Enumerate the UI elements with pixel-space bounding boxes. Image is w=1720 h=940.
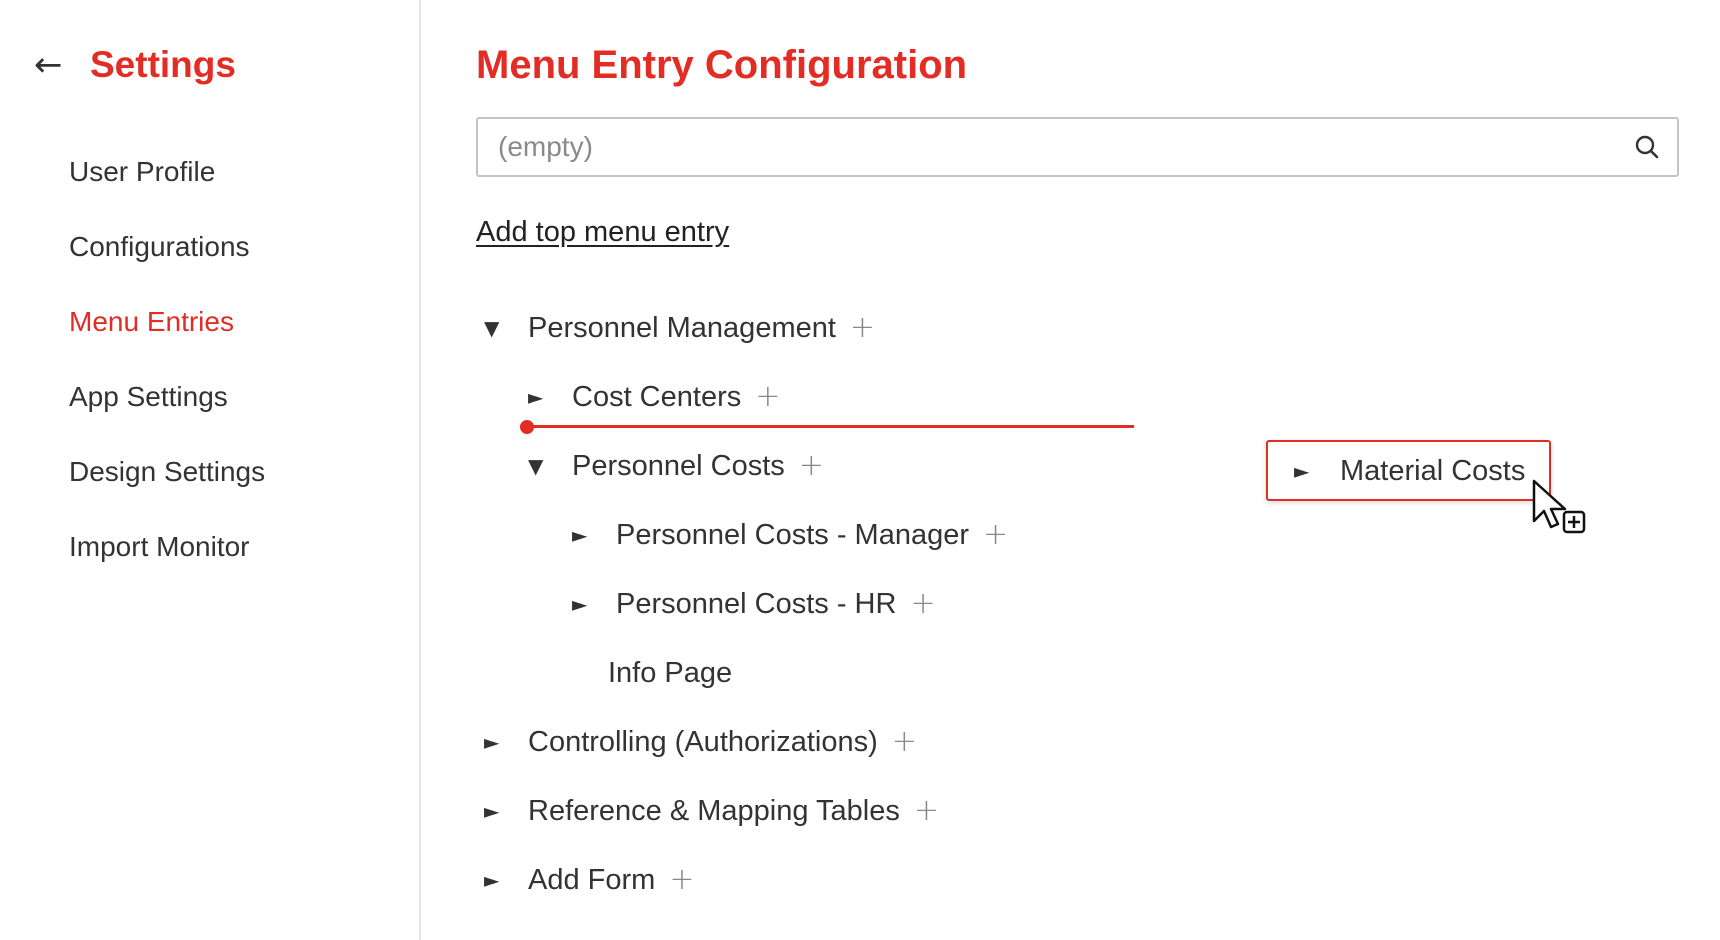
add-child-plus-icon[interactable]: + <box>983 513 1008 557</box>
tree-node-info-page: Info Page <box>608 651 732 695</box>
expand-caret-icon[interactable]: ► <box>484 868 528 892</box>
sidebar-item-import-monitor[interactable]: Import Monitor <box>69 527 265 602</box>
tree-node-label[interactable]: Personnel Costs - HR <box>616 582 896 626</box>
collapse-caret-icon[interactable]: ▼ <box>528 454 572 478</box>
tree-node-personnel-management: ▼ Personnel Management + <box>484 306 875 350</box>
sidebar-item-app-settings[interactable]: App Settings <box>69 377 265 452</box>
tree-node-reference-mapping: ► Reference & Mapping Tables + <box>484 789 939 833</box>
add-child-plus-icon[interactable]: + <box>914 789 939 833</box>
settings-sidebar: ← Settings User Profile Configurations M… <box>0 0 421 940</box>
sidebar-item-configurations[interactable]: Configurations <box>69 227 265 302</box>
tree-node-label[interactable]: Personnel Costs - Manager <box>616 513 969 557</box>
add-child-plus-icon[interactable]: + <box>755 375 780 419</box>
expand-caret-icon[interactable]: ► <box>572 592 616 616</box>
tree-node-label[interactable]: Controlling (Authorizations) <box>528 720 878 764</box>
tree-node-controlling: ► Controlling (Authorizations) + <box>484 720 917 764</box>
tree-node-label[interactable]: Info Page <box>608 651 732 695</box>
sidebar-title: Settings <box>90 44 236 85</box>
tree-node-personnel-costs-manager: ► Personnel Costs - Manager + <box>572 513 1008 557</box>
search-bar <box>476 117 1679 177</box>
tree-node-label[interactable]: Reference & Mapping Tables <box>528 789 900 833</box>
tree-node-label[interactable]: Personnel Management <box>528 306 836 350</box>
add-top-menu-entry-link[interactable]: Add top menu entry <box>476 212 729 252</box>
add-child-plus-icon[interactable]: + <box>892 720 917 764</box>
tree-node-cost-centers: ► Cost Centers + <box>528 375 780 419</box>
collapse-caret-icon[interactable]: ▼ <box>484 316 528 340</box>
expand-caret-icon[interactable]: ► <box>572 523 616 547</box>
sidebar-item-design-settings[interactable]: Design Settings <box>69 452 265 527</box>
search-icon[interactable] <box>1617 119 1677 175</box>
back-arrow-icon: ← <box>34 45 63 85</box>
expand-caret-icon[interactable]: ► <box>484 730 528 754</box>
tree-node-personnel-costs-hr: ► Personnel Costs - HR + <box>572 582 936 626</box>
back-button[interactable]: ← Settings <box>34 40 236 90</box>
add-child-plus-icon[interactable]: + <box>910 582 935 626</box>
tree-node-personnel-costs: ▼ Personnel Costs + <box>528 444 824 488</box>
expand-caret-icon[interactable]: ► <box>528 385 572 409</box>
tree-node-add-form: ► Add Form + <box>484 858 694 902</box>
settings-nav: User Profile Configurations Menu Entries… <box>69 152 265 602</box>
add-child-plus-icon[interactable]: + <box>669 858 694 902</box>
sidebar-item-menu-entries[interactable]: Menu Entries <box>69 302 265 377</box>
search-input[interactable] <box>478 119 1617 175</box>
add-child-plus-icon[interactable]: + <box>850 306 875 350</box>
copy-cursor-icon <box>1532 479 1586 534</box>
expand-caret-icon[interactable]: ► <box>484 799 528 823</box>
tree-node-label[interactable]: Personnel Costs <box>572 444 785 488</box>
tree-node-label[interactable]: Add Form <box>528 858 655 902</box>
drop-indicator-dot <box>520 420 534 434</box>
drag-ghost-material-costs[interactable]: ► Material Costs <box>1266 440 1551 501</box>
drop-indicator-line <box>522 425 1134 428</box>
expand-caret-icon: ► <box>1294 458 1310 483</box>
page-title: Menu Entry Configuration <box>476 43 968 87</box>
add-child-plus-icon[interactable]: + <box>799 444 824 488</box>
tree-node-label[interactable]: Cost Centers <box>572 375 741 419</box>
sidebar-item-user-profile[interactable]: User Profile <box>69 152 265 227</box>
drag-ghost-label: Material Costs <box>1340 454 1526 487</box>
